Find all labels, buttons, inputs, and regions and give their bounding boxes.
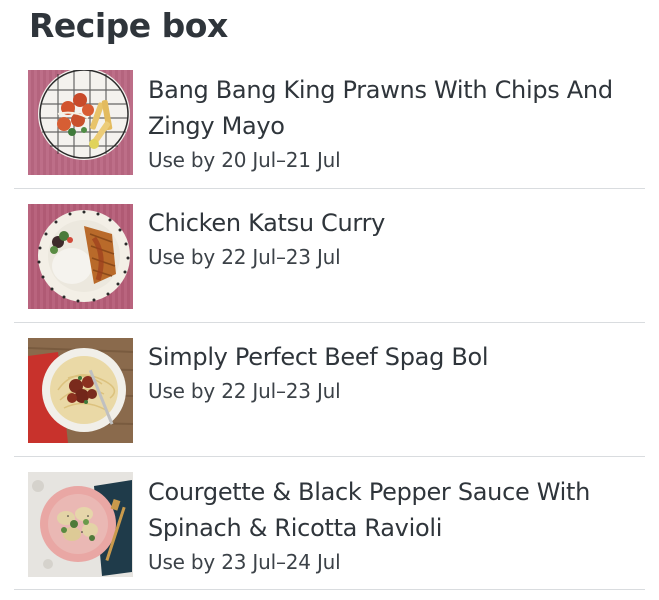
recipe-name: Courgette & Black Pepper Sauce With Spin… (148, 478, 591, 542)
recipe-use-by: Use by 22 Jul–23 Jul (148, 245, 341, 269)
recipe-text: Chicken Katsu Curry Use by 22 Jul–23 Jul (148, 205, 639, 273)
recipe-use-by: Use by 23 Jul–24 Jul (148, 550, 341, 574)
recipe-box-page: Recipe box Bang Bang King Prawns With Ch… (0, 0, 659, 600)
recipe-text: Courgette & Black Pepper Sauce With Spin… (148, 474, 639, 578)
recipe-name: Bang Bang King Prawns With Chips And Zin… (148, 76, 613, 140)
recipe-use-by: Use by 22 Jul–23 Jul (148, 379, 341, 403)
recipe-image-spag-bol (28, 338, 133, 443)
recipe-name: Chicken Katsu Curry (148, 209, 386, 237)
recipe-list-item[interactable]: Courgette & Black Pepper Sauce With Spin… (0, 457, 659, 590)
recipe-use-by: Use by 20 Jul–21 Jul (148, 148, 341, 172)
recipe-list-item[interactable]: Chicken Katsu Curry Use by 22 Jul–23 Jul (0, 189, 659, 323)
recipe-image-prawns (28, 70, 133, 175)
recipe-name: Simply Perfect Beef Spag Bol (148, 343, 489, 371)
recipe-list-item[interactable]: Bang Bang King Prawns With Chips And Zin… (0, 56, 659, 189)
recipe-image-katsu-curry (28, 204, 133, 309)
recipe-text: Bang Bang King Prawns With Chips And Zin… (148, 72, 639, 176)
recipe-list: Bang Bang King Prawns With Chips And Zin… (0, 56, 659, 590)
recipe-list-item[interactable]: Simply Perfect Beef Spag Bol Use by 22 J… (0, 323, 659, 457)
recipe-text: Simply Perfect Beef Spag Bol Use by 22 J… (148, 339, 639, 407)
page-title: Recipe box (29, 6, 228, 45)
divider (14, 589, 645, 590)
recipe-image-ravioli (28, 472, 133, 577)
